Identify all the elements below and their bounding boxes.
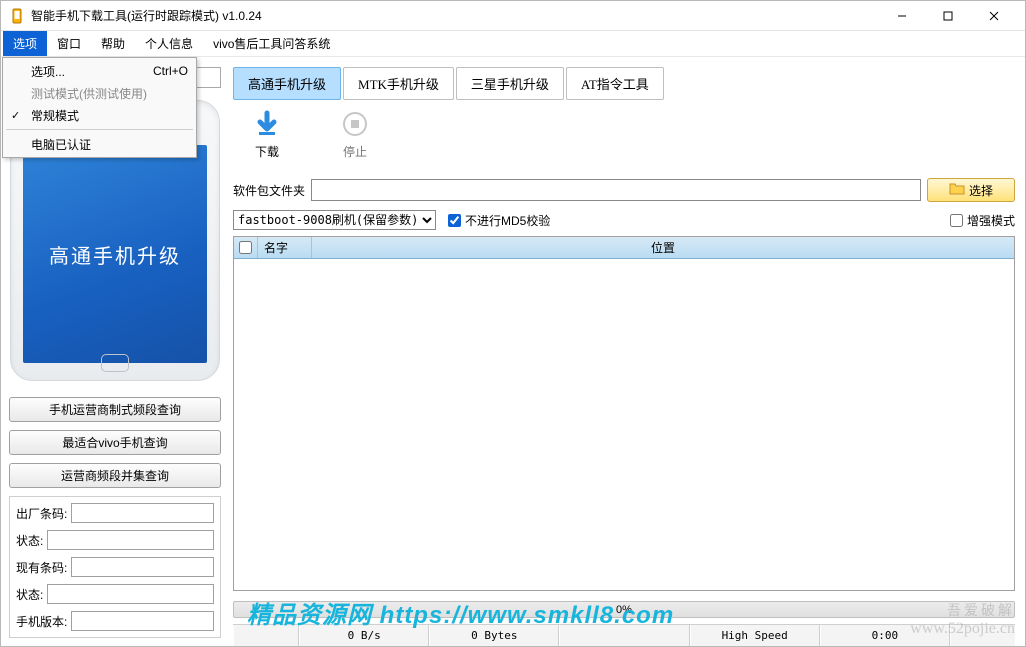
stop-button[interactable]: 停止	[341, 110, 369, 160]
dd-label: 测试模式(供测试使用)	[31, 85, 147, 102]
stop-label: 停止	[343, 143, 367, 160]
titlebar: 智能手机下载工具(运行时跟踪模式) v1.0.24	[1, 1, 1025, 31]
carrier-band-union-button[interactable]: 运营商频段并集查询	[9, 463, 221, 488]
status2-input[interactable]	[47, 584, 214, 604]
col-location[interactable]: 位置	[312, 237, 1014, 258]
folder-icon	[949, 182, 965, 199]
table-body	[234, 259, 1014, 590]
stop-icon	[341, 110, 369, 141]
status-empty2	[559, 625, 689, 646]
dd-shortcut: Ctrl+O	[133, 64, 188, 78]
barcode-form: 出厂条码: 状态: 现有条码: 状态: 手机版本:	[9, 496, 221, 638]
progress-row: 0%	[233, 591, 1015, 624]
file-table: 名字 位置	[233, 236, 1015, 591]
status-empty3	[950, 625, 1015, 646]
dd-label: 常规模式	[31, 107, 79, 124]
dd-item-test-mode: 测试模式(供测试使用)	[5, 82, 194, 104]
phone-screen: 高通手机升级	[23, 145, 207, 363]
download-button[interactable]: 下载	[253, 110, 281, 160]
status-mode: High Speed	[690, 625, 820, 646]
current-barcode-label: 现有条码:	[16, 559, 67, 576]
minimize-button[interactable]	[879, 1, 925, 31]
select-all-checkbox[interactable]	[239, 241, 252, 254]
status1-input[interactable]	[47, 530, 214, 550]
enhance-input[interactable]	[950, 214, 963, 227]
status2-label: 状态:	[16, 586, 43, 603]
download-label: 下载	[255, 143, 279, 160]
current-barcode-input[interactable]	[71, 557, 214, 577]
tab-samsung[interactable]: 三星手机升级	[456, 67, 564, 100]
status-speed: 0 B/s	[299, 625, 429, 646]
maximize-button[interactable]	[925, 1, 971, 31]
main-panel: 高通手机升级 MTK手机升级 三星手机升级 AT指令工具 下载 停止 软件包文件…	[229, 57, 1025, 646]
skip-md5-label: 不进行MD5校验	[465, 212, 550, 229]
phone-screen-text: 高通手机升级	[49, 240, 181, 269]
menu-window[interactable]: 窗口	[47, 31, 91, 56]
status1-label: 状态:	[16, 532, 43, 549]
path-label: 软件包文件夹	[233, 182, 305, 199]
tabs: 高通手机升级 MTK手机升级 三星手机升级 AT指令工具	[233, 67, 1015, 100]
app-icon	[9, 8, 25, 24]
enhance-checkbox[interactable]: 增强模式	[950, 212, 1015, 229]
best-vivo-query-button[interactable]: 最适合vivo手机查询	[9, 430, 221, 455]
dd-item-normal-mode[interactable]: ✓ 常规模式	[5, 104, 194, 126]
browse-label: 选择	[969, 182, 993, 199]
path-row: 软件包文件夹 选择	[233, 178, 1015, 202]
menu-profile[interactable]: 个人信息	[135, 31, 203, 56]
phone-home-button-icon	[101, 354, 129, 372]
tab-mtk[interactable]: MTK手机升级	[343, 67, 454, 100]
menu-help[interactable]: 帮助	[91, 31, 135, 56]
factory-barcode-label: 出厂条码:	[16, 505, 67, 522]
menubar: 选项 窗口 帮助 个人信息 vivo售后工具问答系统	[1, 31, 1025, 57]
col-name[interactable]: 名字	[258, 237, 312, 258]
dd-item-pc-certified[interactable]: 电脑已认证	[5, 133, 194, 155]
status-bytes: 0 Bytes	[429, 625, 559, 646]
dd-label: 选项...	[31, 63, 65, 80]
dd-label: 电脑已认证	[31, 136, 91, 153]
check-icon: ✓	[11, 109, 20, 122]
progress-bar: 0%	[233, 601, 1015, 618]
tab-at[interactable]: AT指令工具	[566, 67, 664, 100]
phone-version-label: 手机版本:	[16, 613, 67, 630]
status-empty1	[233, 625, 299, 646]
path-input[interactable]	[311, 179, 921, 201]
mode-select[interactable]: fastboot-9008刷机(保留参数)	[233, 210, 436, 230]
col-checkbox[interactable]	[234, 237, 258, 258]
enhance-label: 增强模式	[967, 212, 1015, 229]
toolbar: 下载 停止	[233, 110, 1015, 170]
options-dropdown: 选项... Ctrl+O 测试模式(供测试使用) ✓ 常规模式 电脑已认证	[2, 57, 197, 158]
progress-text: 0%	[616, 604, 632, 616]
menu-options[interactable]: 选项	[3, 31, 47, 56]
dd-item-options[interactable]: 选项... Ctrl+O	[5, 60, 194, 82]
phone-version-input[interactable]	[71, 611, 214, 631]
status-bar: 0 B/s 0 Bytes High Speed 0:00	[233, 624, 1015, 646]
table-header: 名字 位置	[234, 237, 1014, 259]
close-button[interactable]	[971, 1, 1017, 31]
dd-separator	[6, 129, 193, 130]
menu-vivo-qa[interactable]: vivo售后工具问答系统	[203, 31, 340, 56]
tab-qualcomm[interactable]: 高通手机升级	[233, 67, 341, 100]
carrier-band-query-button[interactable]: 手机运营商制式频段查询	[9, 397, 221, 422]
skip-md5-checkbox[interactable]: 不进行MD5校验	[448, 212, 550, 229]
download-icon	[253, 110, 281, 141]
status-time: 0:00	[820, 625, 950, 646]
browse-button[interactable]: 选择	[927, 178, 1015, 202]
skip-md5-input[interactable]	[448, 214, 461, 227]
factory-barcode-input[interactable]	[71, 503, 214, 523]
window-title: 智能手机下载工具(运行时跟踪模式) v1.0.24	[31, 7, 879, 24]
options-row: fastboot-9008刷机(保留参数) 不进行MD5校验 增强模式	[233, 210, 1015, 230]
